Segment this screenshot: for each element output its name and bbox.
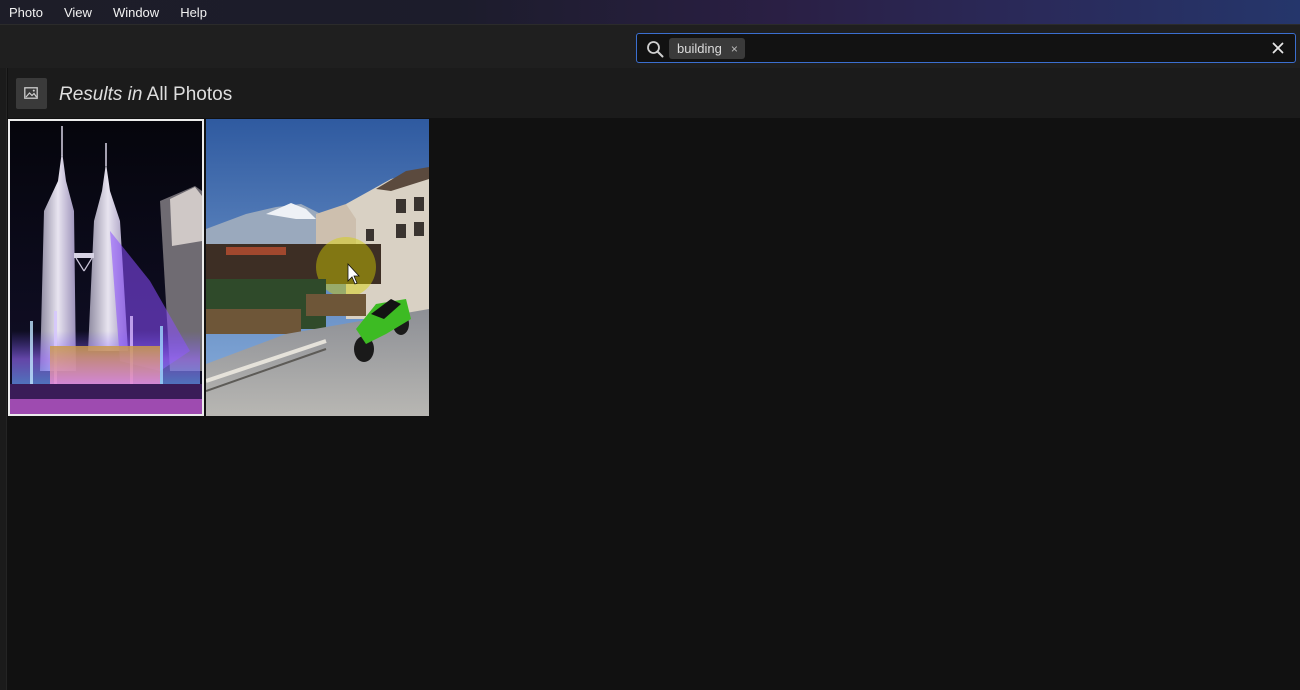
search-token[interactable]: building × (669, 38, 745, 59)
search-token-label: building (677, 41, 722, 56)
search-icon (647, 41, 664, 58)
toolbar: building × (0, 24, 1300, 68)
results-title: Results in All Photos (59, 84, 232, 106)
remove-token-icon[interactable]: × (731, 43, 738, 55)
menu-bar: Photo View Window Help (0, 0, 1300, 24)
results-source-button[interactable] (16, 78, 47, 109)
close-icon[interactable] (1270, 40, 1286, 56)
sidebar-edge (0, 68, 7, 690)
menu-view[interactable]: View (64, 5, 92, 20)
search-field[interactable]: building × (636, 33, 1296, 63)
photo-thumbnail-motorcycle[interactable] (206, 119, 429, 416)
towers-night-image (10, 121, 202, 414)
motorcycle-village-image (206, 119, 429, 416)
menu-window[interactable]: Window (113, 5, 159, 20)
menu-help[interactable]: Help (180, 5, 207, 20)
photo-thumbnail-towers[interactable] (8, 119, 204, 416)
image-icon (24, 87, 38, 99)
results-prefix: Results in (59, 84, 143, 105)
results-scope: All Photos (146, 84, 233, 105)
results-header: Results in All Photos (8, 68, 1300, 118)
menu-photo[interactable]: Photo (9, 5, 43, 20)
